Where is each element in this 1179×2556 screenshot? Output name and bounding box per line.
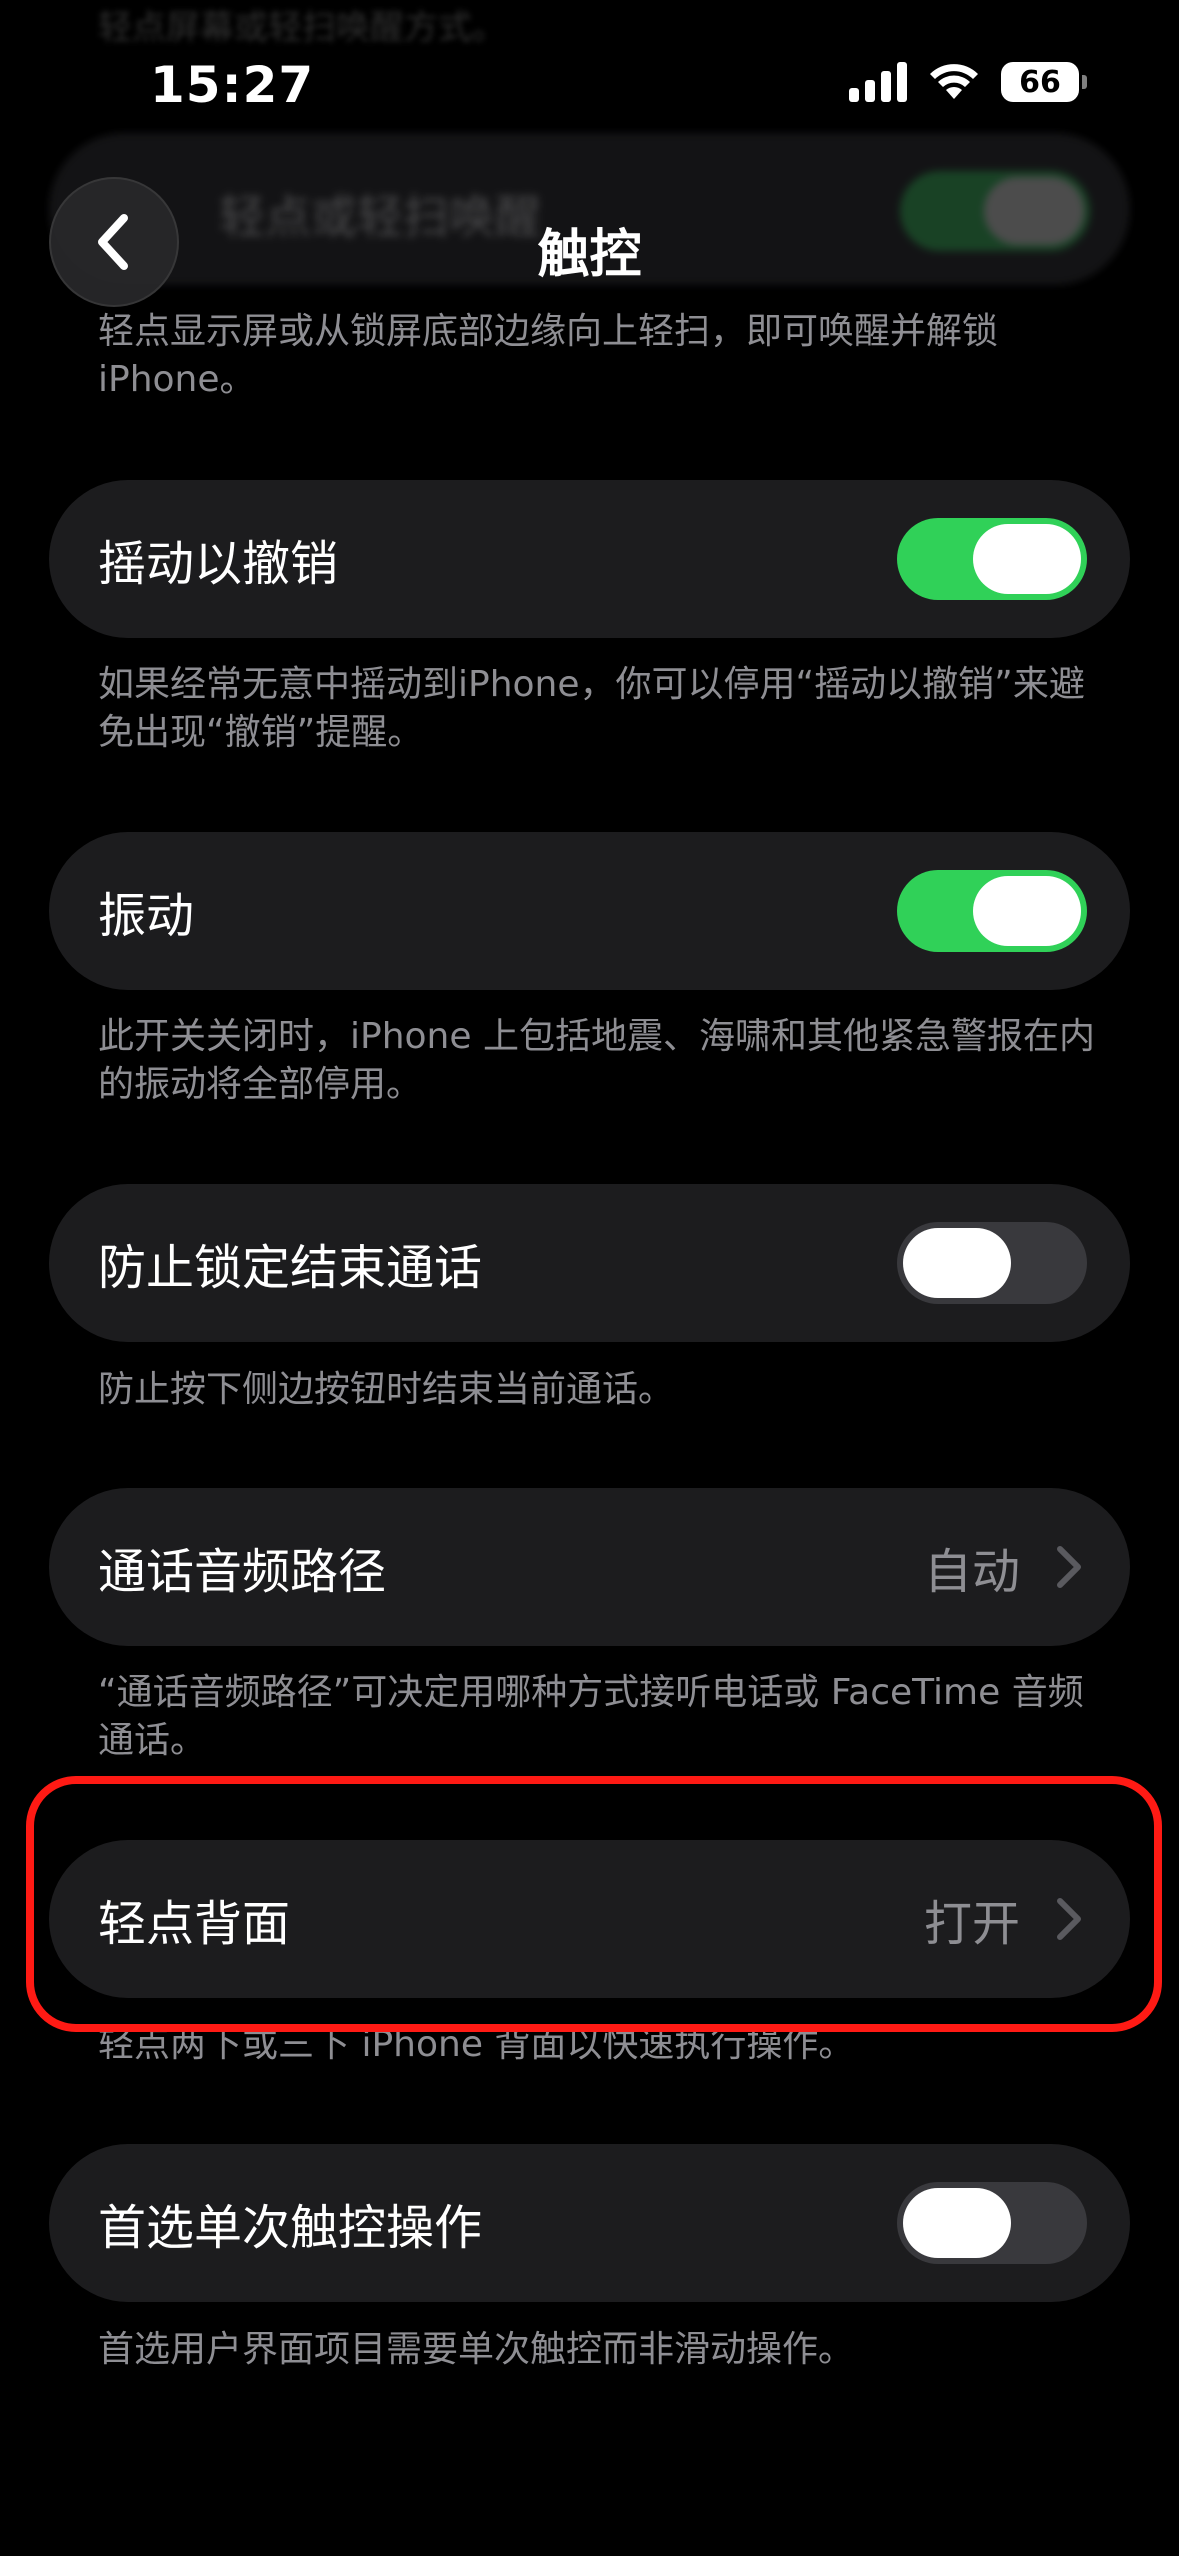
- shake-to-undo-description: 如果经常无意中摇动到iPhone，你可以停用“摇动以撤销”来避免出现“撤销”提醒…: [98, 664, 1085, 753]
- prefer-single-touch-label: 首选单次触控操作: [98, 2200, 483, 2256]
- call-audio-routing-label: 通话音频路径: [98, 1544, 387, 1600]
- vibration-label: 振动: [98, 888, 195, 944]
- toggle-knob: [903, 1228, 1011, 1298]
- vibration-row: 振动: [49, 832, 1130, 990]
- prevent-lock-end-call-toggle[interactable]: [897, 1222, 1087, 1304]
- prevent-lock-end-call-row: 防止锁定结束通话: [49, 1184, 1130, 1342]
- vibration-description: 此开关关闭时，iPhone 上包括地震、海啸和其他紧急警报在内的振动将全部停用。: [98, 1016, 1095, 1105]
- battery-icon: 66: [1001, 62, 1087, 102]
- prefer-single-touch-description: 首选用户界面项目需要单次触控而非滑动操作。: [98, 2329, 855, 2370]
- vibration-toggle[interactable]: [897, 870, 1087, 952]
- back-tap-row[interactable]: 轻点背面 打开: [49, 1840, 1130, 1998]
- chevron-right-icon: [1057, 1898, 1081, 1940]
- shake-to-undo-label: 摇动以撤销: [98, 536, 339, 592]
- call-audio-routing-row[interactable]: 通话音频路径 自动: [49, 1488, 1130, 1646]
- status-time: 15:27: [150, 56, 315, 114]
- prefer-single-touch-toggle[interactable]: [897, 2182, 1087, 2264]
- cellular-signal-icon: [849, 62, 907, 102]
- prevent-lock-end-call-label: 防止锁定结束通话: [98, 1240, 483, 1296]
- prevent-lock-end-call-description: 防止按下侧边按钮时结束当前通话。: [98, 1369, 675, 1410]
- back-tap-label: 轻点背面: [98, 1896, 291, 1952]
- call-audio-routing-description: “通话音频路径”可决定用哪种方式接听电话或 FaceTime 音频通话。: [98, 1672, 1084, 1761]
- shake-to-undo-row: 摇动以撤销: [49, 480, 1130, 638]
- ghost-scrolled-text: 轻点屏幕或轻扫唤醒方式。: [98, 8, 506, 48]
- status-icons: 66: [849, 62, 1087, 102]
- page-title: 触控: [537, 225, 642, 285]
- back-tap-description: 轻点两下或三下 iPhone 背面以快速执行操作。: [98, 2024, 855, 2065]
- toggle-knob: [973, 524, 1081, 594]
- battery-level: 66: [1019, 64, 1061, 100]
- back-tap-value: 打开: [923, 1896, 1020, 1952]
- toggle-knob: [973, 876, 1081, 946]
- chevron-right-icon: [1057, 1546, 1081, 1588]
- call-audio-routing-value: 自动: [923, 1544, 1020, 1600]
- prefer-single-touch-row: 首选单次触控操作: [49, 2144, 1130, 2302]
- toggle-knob: [903, 2188, 1011, 2258]
- shake-to-undo-toggle[interactable]: [897, 518, 1087, 600]
- wifi-icon: [930, 64, 978, 99]
- wake-description: 轻点显示屏或从锁屏底部边缘向上轻扫，即可唤醒并解锁 iPhone。: [98, 311, 999, 400]
